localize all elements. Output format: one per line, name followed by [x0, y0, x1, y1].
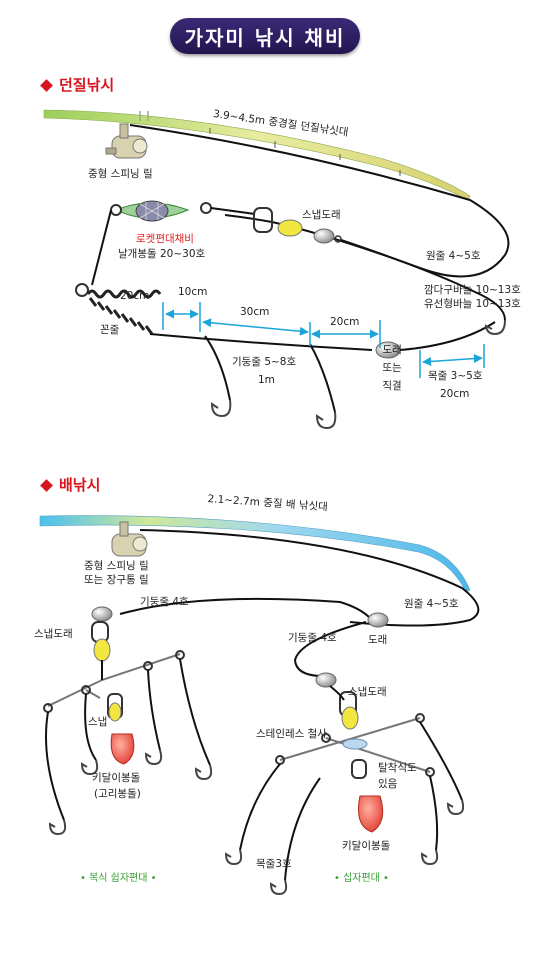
diamond-bullet-icon	[40, 479, 53, 492]
reel-label-1: 중형 스피닝 릴	[88, 168, 153, 180]
section-heading-surfcast: 던질낚시	[40, 74, 114, 95]
snap-swivel-label-1: 스냅도래	[302, 209, 341, 221]
leader-label-2: 목줄3호	[256, 858, 292, 870]
or-label: 또는	[382, 362, 402, 374]
swivel-label-1: 도래	[382, 344, 402, 356]
sinker-label-left-2: (고리봉돌)	[94, 788, 141, 800]
spinning-reel-icon-1	[105, 123, 148, 159]
stainless-wire-label: 스테인레스 철사	[256, 728, 327, 740]
main-line-label-2: 원줄 4~5호	[404, 598, 459, 610]
dim-label-10: 10cm	[178, 286, 208, 298]
snap-swivel-icon-2	[91, 621, 111, 662]
section-heading-boat: 배낚시	[40, 474, 100, 495]
snap-swivel-label-left: 스냅도래	[34, 628, 73, 640]
sinker-label-left-1: 키달이봉돌	[92, 772, 141, 784]
swivel-label-right: 도래	[368, 634, 388, 646]
snap-swivel-label-right: 스냅도래	[348, 686, 387, 698]
hook-label-b: 유선형바늘 10~13호	[424, 298, 521, 310]
page-title: 가자미 낚시 채비	[170, 18, 360, 54]
leader-length-label: 20cm	[440, 388, 470, 400]
reel-label-2a: 중형 스피닝 릴	[84, 560, 149, 572]
spinning-reel-icon-2	[111, 521, 148, 557]
trunk-length-label: 1m	[258, 374, 275, 386]
sinker-icon-left	[110, 733, 135, 765]
trunk-line-label-1: 기둥줄 5~8호	[232, 356, 297, 368]
sinker-weight-label: 날개봉돌 20~30호	[118, 248, 206, 260]
caption-right: • 십자편대 •	[334, 873, 389, 884]
dim-label-20: 20cm	[120, 290, 150, 302]
direct-label: 직결	[382, 380, 402, 392]
reel-label-2b: 또는 장구통 릴	[84, 574, 149, 586]
rocket-sinker-icon	[110, 200, 212, 222]
hook-icon-3	[315, 411, 337, 430]
hook-label-a: 깜다구바늘 10~13호	[424, 284, 521, 296]
detachable-label-2: 있음	[378, 778, 398, 790]
detachable-label-1: 탈착식도	[378, 762, 417, 774]
trunk-line-label-left: 기둥줄 4호	[140, 596, 189, 608]
hook-icon-1	[484, 319, 506, 336]
fishing-rig-diagram: { "title": "가자미 낚시 채비", "section1": { "h…	[0, 0, 548, 954]
trunk-line-label-right: 기둥줄 4호	[288, 632, 337, 644]
snap-icon-left	[107, 693, 123, 722]
sinker-label-right: 키달이봉돌	[342, 840, 391, 852]
trunk-line-1	[149, 333, 373, 351]
sinker-icon-right	[358, 795, 384, 833]
dim-label-30: 30cm	[240, 306, 270, 318]
rocket-sinker-label: 로켓편대채비	[136, 233, 194, 245]
caption-left: • 복식 쉽자편대 •	[80, 873, 157, 884]
leader-label-1: 목줄 3~5호	[428, 370, 483, 382]
dim-label-20b: 20cm	[330, 316, 360, 328]
main-line-label-1: 원줄 4~5호	[426, 250, 481, 262]
snap-label: 스냅	[88, 716, 108, 728]
hook-icon-2	[210, 399, 232, 418]
diamond-bullet-icon	[40, 79, 53, 92]
coil-line-label: 꼰줄	[100, 324, 120, 336]
